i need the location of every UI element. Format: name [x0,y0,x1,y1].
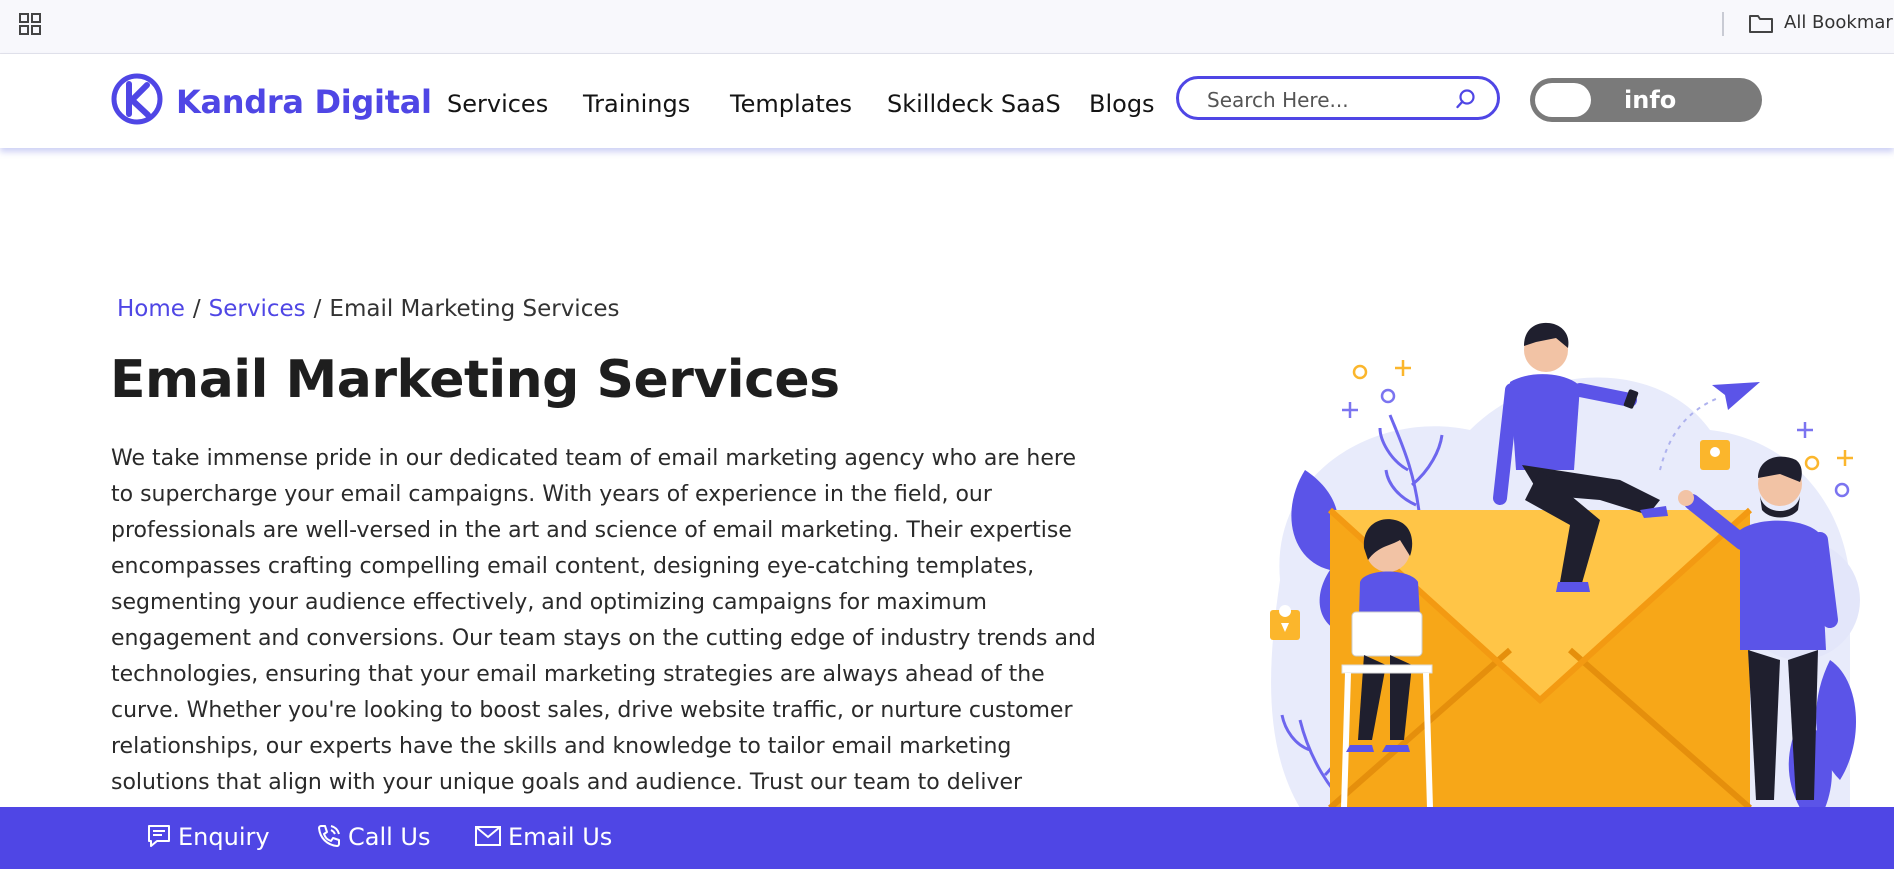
nav-skilldeck-saas[interactable]: Skilldeck SaaS [887,90,1061,118]
mail-icon [475,826,501,846]
apps-grid-icon[interactable] [19,13,41,35]
logo-text[interactable]: Kandra Digital [176,83,432,121]
info-toggle[interactable]: info [1530,78,1762,122]
search-input[interactable] [1205,85,1449,115]
page-title: Email Marketing Services [110,350,840,410]
nav-blogs[interactable]: Blogs [1089,90,1155,118]
breadcrumb: Home / Services / Email Marketing Services [117,296,619,322]
call-us-button[interactable]: Call Us [316,823,431,851]
enquiry-label: Enquiry [178,823,270,851]
bookmarks-bar: All Bookmarks [0,0,1894,54]
email-us-button[interactable]: Email Us [474,823,612,851]
breadcrumb-home[interactable]: Home [117,296,185,322]
kandra-logo-icon[interactable] [110,72,164,126]
breadcrumb-services[interactable]: Services [209,296,306,322]
nav-services[interactable]: Services [447,90,548,118]
site-header: Kandra Digital Services Trainings Templa… [0,54,1894,148]
message-icon [148,825,170,847]
breadcrumb-current: Email Marketing Services [329,296,620,322]
search-icon[interactable] [1455,88,1477,110]
intro-paragraph: We take immense pride in our dedicated t… [111,446,1096,831]
toggle-label: info [1624,86,1677,114]
all-bookmarks-label[interactable]: All Bookmarks [1784,12,1894,33]
toggle-knob[interactable] [1535,83,1591,117]
call-us-label: Call Us [348,823,431,851]
nav-templates[interactable]: Templates [730,90,852,118]
enquiry-button[interactable]: Enquiry [146,823,270,851]
bookmarks-divider [1722,12,1724,36]
phone-icon [318,825,340,847]
breadcrumb-separator: / [192,296,201,322]
contact-bar: Enquiry Call Us Email Us [0,807,1894,869]
search-box [1176,76,1500,120]
nav-trainings[interactable]: Trainings [583,90,690,118]
breadcrumb-separator: / [313,296,322,322]
email-us-label: Email Us [508,823,613,851]
email-marketing-illustration [1270,322,1860,808]
folder-icon[interactable] [1748,11,1774,35]
